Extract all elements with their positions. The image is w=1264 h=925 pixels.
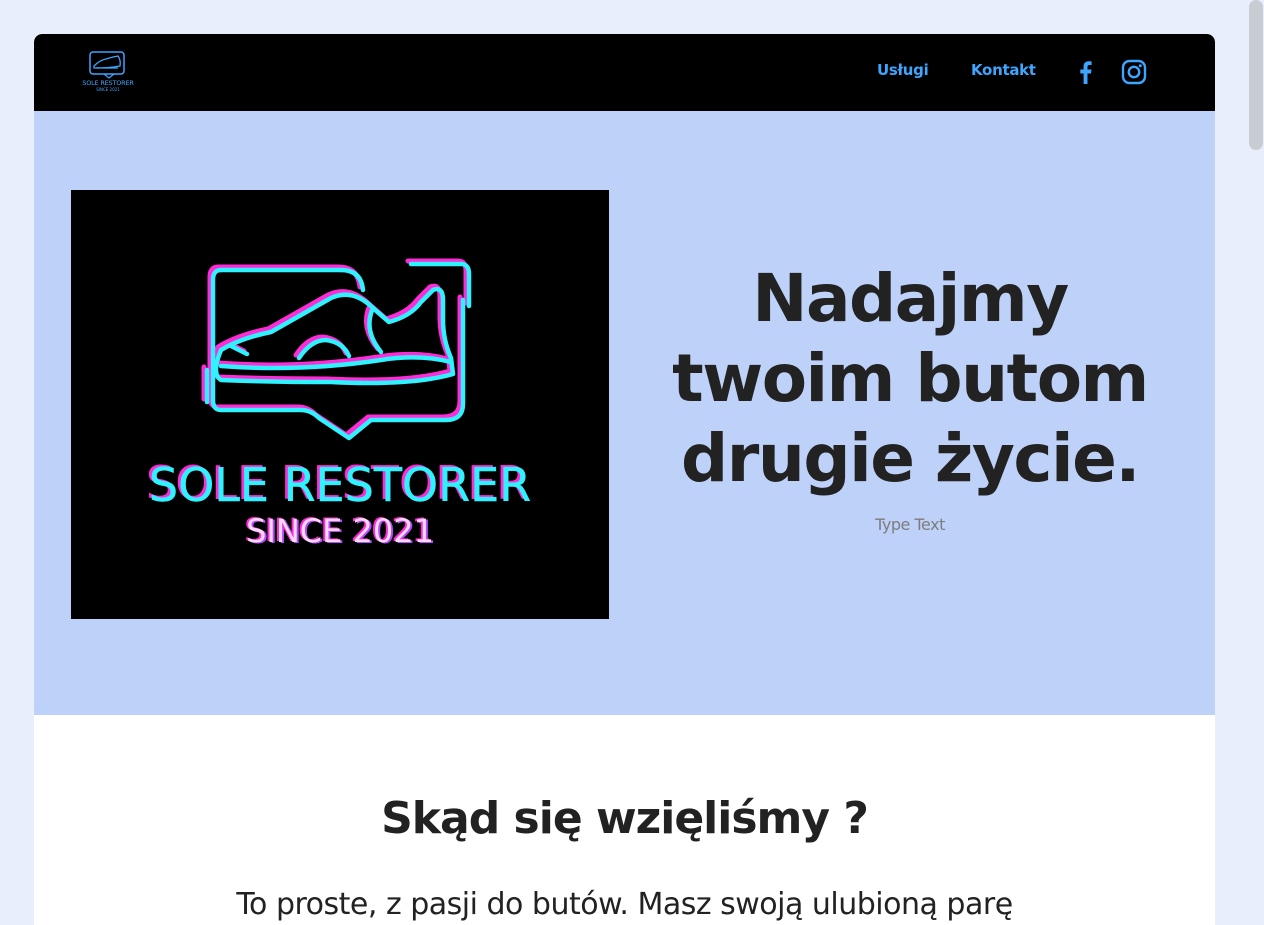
logo-text-line1: SOLE RESTORER	[82, 79, 134, 87]
site-logo[interactable]: SOLE RESTORER SINCE 2021	[76, 48, 140, 94]
facebook-icon[interactable]	[1072, 58, 1100, 86]
neon-shoe-icon	[201, 258, 472, 441]
hero-image-brand-line1: SOLE RESTORER	[148, 458, 532, 513]
hero-headline-line3: drugie życie.	[681, 420, 1140, 497]
nav-link-kontakt[interactable]: Kontakt	[971, 61, 1036, 79]
nav-link-uslugi[interactable]: Usługi	[877, 61, 929, 79]
navbar: SOLE RESTORER SINCE 2021 Usługi Kontakt	[34, 34, 1215, 111]
instagram-icon[interactable]	[1120, 58, 1148, 86]
shoe-logo-icon	[89, 51, 125, 79]
page: SOLE RESTORER SINCE 2021 Usługi Kontakt	[34, 34, 1215, 925]
hero-section: SOLE RESTORER SINCE 2021 Nadajmy twoim b…	[34, 111, 1215, 715]
hero-headline-line1: Nadajmy	[752, 260, 1069, 337]
about-section: Skąd się wzięliśmy ? To proste, z pasji …	[34, 715, 1215, 925]
scrollbar-thumb[interactable]	[1249, 0, 1263, 150]
hero-subtext: Type Text	[875, 515, 945, 534]
hero-logo-image: SOLE RESTORER SINCE 2021	[71, 190, 609, 619]
hero-image-brand-line2: SINCE 2021	[246, 512, 434, 550]
hero-headline: Nadajmy twoim butom drugie życie.	[660, 259, 1160, 499]
page-scrollbar[interactable]	[1248, 0, 1264, 925]
hero-headline-line2: twoim butom	[672, 340, 1149, 417]
about-text: To proste, z pasji do butów. Masz swoją …	[236, 887, 1013, 922]
about-title: Skąd się wzięliśmy ?	[381, 793, 869, 844]
logo-text-line2: SINCE 2021	[96, 87, 120, 92]
